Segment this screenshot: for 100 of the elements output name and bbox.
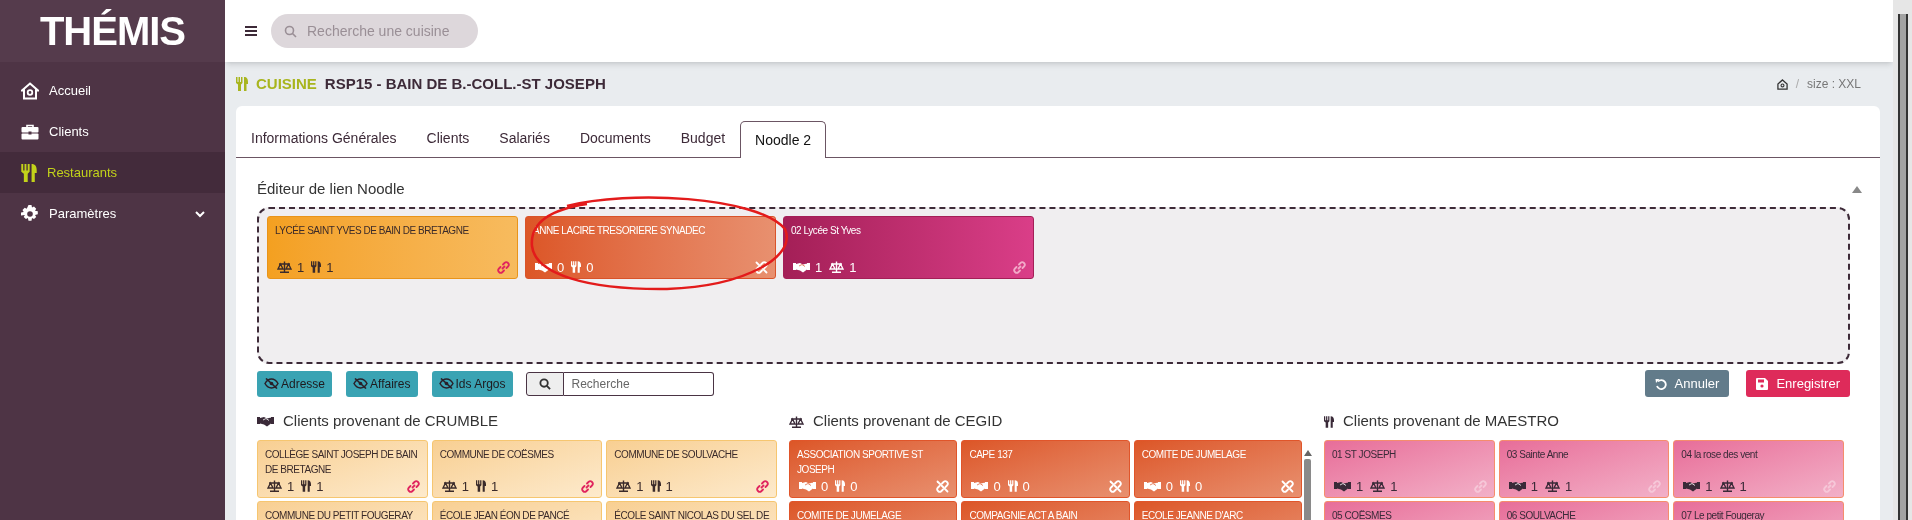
filter-toggle-button[interactable]: Affaires	[346, 370, 418, 397]
cutlery-icon	[835, 480, 846, 492]
count: 1	[1530, 479, 1538, 493]
client-name: COMMUNE DU PETIT FOUGERAY	[265, 508, 414, 520]
count: 1	[849, 260, 857, 274]
client-name: COLLÈGE SAINT JOSEPH DE BAIN DE BRETAGNE	[265, 447, 419, 477]
client-card[interactable]: 03 Sainte Anne 1 1	[1498, 439, 1670, 498]
link-icon[interactable]	[1013, 260, 1026, 274]
client-card[interactable]: COMMUNE DE COËSMES 1 1	[431, 439, 603, 498]
tab[interactable]: Clients	[411, 120, 485, 157]
count: 1	[1739, 479, 1747, 493]
client-name: COMITE DE JUMELAGE	[797, 508, 903, 520]
eye-slash-icon	[438, 378, 454, 389]
tab[interactable]: Noodle 2	[740, 121, 827, 158]
undo-icon	[1654, 377, 1667, 390]
home-icon[interactable]	[1776, 78, 1788, 90]
client-card[interactable]: COMITE DE JUMELAGE	[789, 500, 958, 520]
handshake-icon	[971, 480, 989, 492]
client-card[interactable]: ÉCOLE JEAN ÉON DE PANCÉ	[431, 500, 603, 520]
link-icon[interactable]	[756, 479, 769, 493]
nav-item[interactable]: Clients	[0, 111, 225, 152]
count: 0	[1165, 479, 1173, 493]
client-name: 05 COËSMES	[1332, 508, 1393, 520]
client-card[interactable]: LYCÉE SAINT YVES DE BAIN DE BRETAGNE 1 1	[267, 215, 518, 279]
count: 1	[665, 479, 673, 493]
unlink-icon[interactable]	[755, 260, 768, 274]
search-icon	[538, 377, 551, 390]
client-name: ÉCOLE JEAN ÉON DE PANCÉ	[439, 508, 571, 520]
column-heading: Clients provenant de MAESTRO	[1343, 411, 1559, 432]
search-field[interactable]: Recherche	[563, 371, 714, 396]
save-button[interactable]: Enregistrer	[1746, 370, 1850, 397]
chevron-icon	[195, 209, 205, 218]
home-icon	[21, 81, 39, 100]
filter-toggle-button[interactable]: Ids Argos	[431, 370, 513, 397]
client-card[interactable]: 05 COËSMES	[1324, 500, 1495, 520]
handshake-icon	[1143, 480, 1161, 492]
briefcase-icon	[21, 123, 39, 140]
client-card[interactable]: 02 Lycée St Yves 1 1	[783, 215, 1034, 279]
category-label: CUISINE	[256, 73, 317, 94]
nav-item[interactable]: Restaurants	[0, 152, 225, 193]
client-card[interactable]: COMMUNE DE SOULVACHE 1 1	[606, 439, 777, 498]
count: 1	[287, 479, 295, 493]
link-icon[interactable]	[581, 479, 595, 493]
client-name: 01 ST JOSEPH	[1332, 447, 1397, 462]
client-card[interactable]: COMMUNE DU PETIT FOUGERAY	[257, 500, 428, 520]
nav-item[interactable]: Accueil	[0, 70, 225, 111]
column-heading: Clients provenant de CEGID	[813, 411, 1003, 432]
client-name: COMMUNE DE COËSMES	[439, 447, 555, 462]
menu-icon[interactable]	[245, 26, 257, 36]
unlink-icon[interactable]	[936, 479, 950, 493]
cutlery-icon	[236, 77, 248, 91]
scrollbar-thumb[interactable]	[1897, 14, 1908, 520]
count: 1	[636, 479, 644, 493]
client-name: ECOLE JEANNE D'ARC	[1141, 508, 1244, 520]
link-icon[interactable]	[497, 260, 510, 274]
scales-icon	[1719, 480, 1735, 492]
gear-icon	[21, 204, 39, 223]
client-name: 02 Lycée St Yves	[791, 223, 862, 238]
cutlery-icon	[21, 163, 37, 182]
handshake-icon	[1334, 480, 1351, 492]
tab[interactable]: Salariés	[484, 120, 565, 157]
client-name: 03 Sainte Anne	[1506, 447, 1570, 462]
tab[interactable]: Documents	[564, 120, 666, 157]
cutlery-icon	[1180, 480, 1190, 492]
client-card[interactable]: 01 ST JOSEPH 1 1	[1324, 439, 1495, 498]
scroll-up-icon[interactable]	[1303, 449, 1312, 456]
search-button[interactable]	[525, 371, 564, 396]
count: 0	[1195, 479, 1203, 493]
client-card[interactable]: CAPE 137 0 0	[961, 439, 1130, 498]
client-name: ASSOCIATION SPORTIVE ST JOSEPH	[797, 447, 924, 477]
client-card[interactable]: ECOLE JEANNE D'ARC	[1133, 500, 1303, 520]
scales-icon	[789, 415, 804, 428]
client-name: LYCÉE SAINT YVES DE BAIN DE BRETAGNE	[275, 223, 470, 238]
cancel-button[interactable]: Annuler	[1644, 370, 1730, 397]
count: 0	[1022, 479, 1030, 493]
cutlery-icon	[475, 480, 486, 492]
save-icon	[1756, 377, 1769, 390]
scrollbar-thumb[interactable]	[1304, 458, 1312, 520]
breadcrumb-separator: /	[1795, 76, 1799, 93]
unlink-icon[interactable]	[1281, 479, 1295, 493]
client-card[interactable]: 04 la rose des vent 1 1	[1673, 439, 1844, 498]
search-field[interactable]: Recherche une cuisine	[271, 14, 478, 48]
filter-toggle-button[interactable]: Adresse	[257, 370, 333, 397]
collapse-arrow-icon[interactable]	[1852, 185, 1862, 193]
scales-icon	[1544, 480, 1560, 492]
client-card[interactable]: 07 Le petit Fougeray	[1673, 500, 1844, 520]
cutlery-icon	[311, 261, 322, 273]
count: 1	[326, 260, 334, 274]
tab[interactable]: Informations Générales	[236, 120, 412, 157]
link-icon[interactable]	[406, 479, 420, 493]
tab[interactable]: Budget	[665, 120, 741, 157]
client-card[interactable]: COLLÈGE SAINT JOSEPH DE BAIN DE BRETAGNE 1 1	[257, 439, 428, 498]
cutlery-icon	[1324, 415, 1334, 428]
eye-slash-icon	[353, 378, 369, 389]
client-card[interactable]: COMITE DE JUMELAGE 0 0	[1133, 439, 1303, 498]
client-card[interactable]: ÉCOLE SAINT NICOLAS DU SEL DE	[606, 500, 777, 520]
client-card[interactable]: 06 SOULVACHE	[1498, 500, 1670, 520]
nav-item[interactable]: Paramètres	[0, 193, 225, 234]
scales-icon	[267, 480, 282, 492]
unlink-icon[interactable]	[1108, 479, 1122, 493]
